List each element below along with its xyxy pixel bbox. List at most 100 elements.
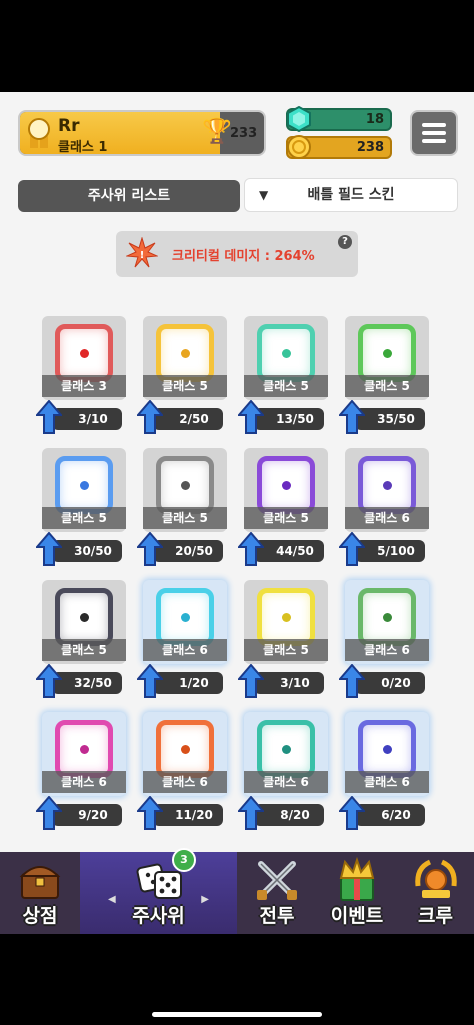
mystery-dice-icon [358, 456, 416, 514]
dice-card[interactable]: 클래스 6 1/20 [137, 580, 233, 698]
dice-badge: 3 [172, 848, 196, 872]
help-icon[interactable]: ? [338, 235, 352, 249]
crack-dice-icon [55, 720, 113, 778]
dice-pip [382, 480, 392, 490]
upgrade-arrow-icon[interactable] [238, 796, 264, 830]
nav-event-label: 이벤트 [330, 905, 384, 927]
dice-card[interactable]: 클래스 5 30/50 [36, 448, 132, 566]
upgrade-arrow-icon[interactable] [137, 664, 163, 698]
dice-class-label: 클래스 6 [345, 639, 429, 661]
dice-card[interactable]: 클래스 6 11/20 [137, 712, 233, 830]
nav-dice-label: 주사위 [132, 905, 185, 927]
dice-progress: 35/50 [355, 408, 425, 430]
dice-class-label: 클래스 5 [244, 507, 328, 529]
light-dice-icon [257, 588, 315, 646]
dice-progress: 6/20 [355, 804, 425, 826]
nav-battle[interactable]: 전투 [237, 852, 317, 934]
trophy-count: 233 [230, 126, 258, 141]
crew-laurel-icon [414, 859, 457, 898]
tab-dice-list[interactable]: 주사위 리스트 [18, 180, 240, 212]
broken-dice-icon [257, 456, 315, 514]
sparkle-dice-icon [156, 588, 214, 646]
upgrade-arrow-icon[interactable] [36, 400, 62, 434]
dice-card[interactable]: 클래스 5 2/50 [137, 316, 233, 434]
dice-class-label: 클래스 3 [42, 375, 126, 397]
upgrade-arrow-icon[interactable] [36, 796, 62, 830]
dice-pip [281, 744, 291, 754]
tab-battle-field-skin-label: 배틀 필드 스킨 [307, 187, 395, 203]
dice-progress: 20/50 [153, 540, 223, 562]
dice-class-label: 클래스 6 [244, 771, 328, 793]
dice-pip [382, 744, 392, 754]
nav-crew-label: 크루 [418, 905, 453, 927]
critical-damage-banner: ! 크리티컬 데미지 : 264% ? [116, 231, 358, 277]
dice-pip [180, 744, 190, 754]
dice-pip [79, 612, 89, 622]
upgrade-arrow-icon[interactable] [238, 664, 264, 698]
dice-card[interactable]: 클래스 5 35/50 [339, 316, 435, 434]
upgrade-arrow-icon[interactable] [339, 664, 365, 698]
dice-card[interactable]: 클래스 6 8/20 [238, 712, 334, 830]
dice-card[interactable]: 클래스 5 3/10 [238, 580, 334, 698]
dice-class-label: 클래스 6 [345, 771, 429, 793]
upgrade-arrow-icon[interactable] [36, 664, 62, 698]
dice-progress: 13/50 [254, 408, 324, 430]
player-name: Rr [58, 116, 80, 136]
gem-icon [287, 106, 311, 132]
upgrade-arrow-icon[interactable] [36, 532, 62, 566]
dice-pip [382, 348, 392, 358]
menu-button[interactable] [410, 110, 458, 156]
home-indicator [152, 1012, 322, 1017]
dice-progress: 44/50 [254, 540, 324, 562]
medal-icon [28, 118, 50, 148]
dice-class-label: 클래스 6 [143, 771, 227, 793]
dice-card[interactable]: 클래스 6 9/20 [36, 712, 132, 830]
trophy-icon: 🏆 [202, 117, 232, 145]
dice-pip [79, 480, 89, 490]
dice-progress: 3/10 [254, 672, 324, 694]
iron-dice-icon [156, 456, 214, 514]
wind-dice-icon [257, 324, 315, 382]
dice-pip [281, 612, 291, 622]
upgrade-arrow-icon[interactable] [137, 532, 163, 566]
dice-card[interactable]: 클래스 6 0/20 [339, 580, 435, 698]
dice-pip [281, 348, 291, 358]
upgrade-arrow-icon[interactable] [238, 532, 264, 566]
nav-event[interactable]: 이벤트 [317, 852, 397, 934]
dice-pip [180, 480, 190, 490]
tab-battle-field-skin[interactable]: ▼ 배틀 필드 스킨 [244, 178, 458, 212]
game-screen: Rr 클래스 1 🏆 233 18 238 주사위 리스트 ▼ 배틀 필드 스킨… [0, 92, 474, 934]
upgrade-arrow-icon[interactable] [137, 400, 163, 434]
dice-class-label: 클래스 5 [244, 375, 328, 397]
dice-pip [79, 744, 89, 754]
thorn-dice-icon [358, 588, 416, 646]
dice-card[interactable]: 클래스 5 13/50 [238, 316, 334, 434]
dice-progress: 32/50 [52, 672, 122, 694]
gold-amount: 238 [356, 140, 384, 155]
dice-card[interactable]: 클래스 6 5/100 [339, 448, 435, 566]
nav-crew[interactable]: 크루 [397, 852, 474, 934]
upgrade-arrow-icon[interactable] [137, 796, 163, 830]
dice-card[interactable]: 클래스 5 44/50 [238, 448, 334, 566]
dice-card[interactable]: 클래스 6 6/20 [339, 712, 435, 830]
dice-pip [79, 348, 89, 358]
upgrade-arrow-icon[interactable] [339, 796, 365, 830]
gem-counter[interactable]: 18 [286, 106, 392, 132]
upgrade-arrow-icon[interactable] [238, 400, 264, 434]
dice-class-label: 클래스 5 [143, 375, 227, 397]
dice-class-label: 클래스 5 [42, 507, 126, 529]
profile-card[interactable]: Rr 클래스 1 🏆 233 [18, 110, 266, 156]
dice-card[interactable]: 클래스 5 32/50 [36, 580, 132, 698]
gold-counter[interactable]: 238 [286, 135, 392, 159]
dice-progress: 2/50 [153, 408, 223, 430]
dice-card[interactable]: 클래스 5 20/50 [137, 448, 233, 566]
upgrade-arrow-icon[interactable] [339, 400, 365, 434]
upgrade-arrow-icon[interactable] [339, 532, 365, 566]
dice-pip [382, 612, 392, 622]
dice-progress: 9/20 [52, 804, 122, 826]
nav-shop[interactable]: 상점 [0, 852, 80, 934]
nav-dice[interactable]: ◀ ▶ 3 주사위 [80, 848, 237, 934]
flame-burst-dice-icon [156, 720, 214, 778]
nav-battle-label: 전투 [259, 905, 295, 927]
dice-card[interactable]: 클래스 3 3/10 [36, 316, 132, 434]
